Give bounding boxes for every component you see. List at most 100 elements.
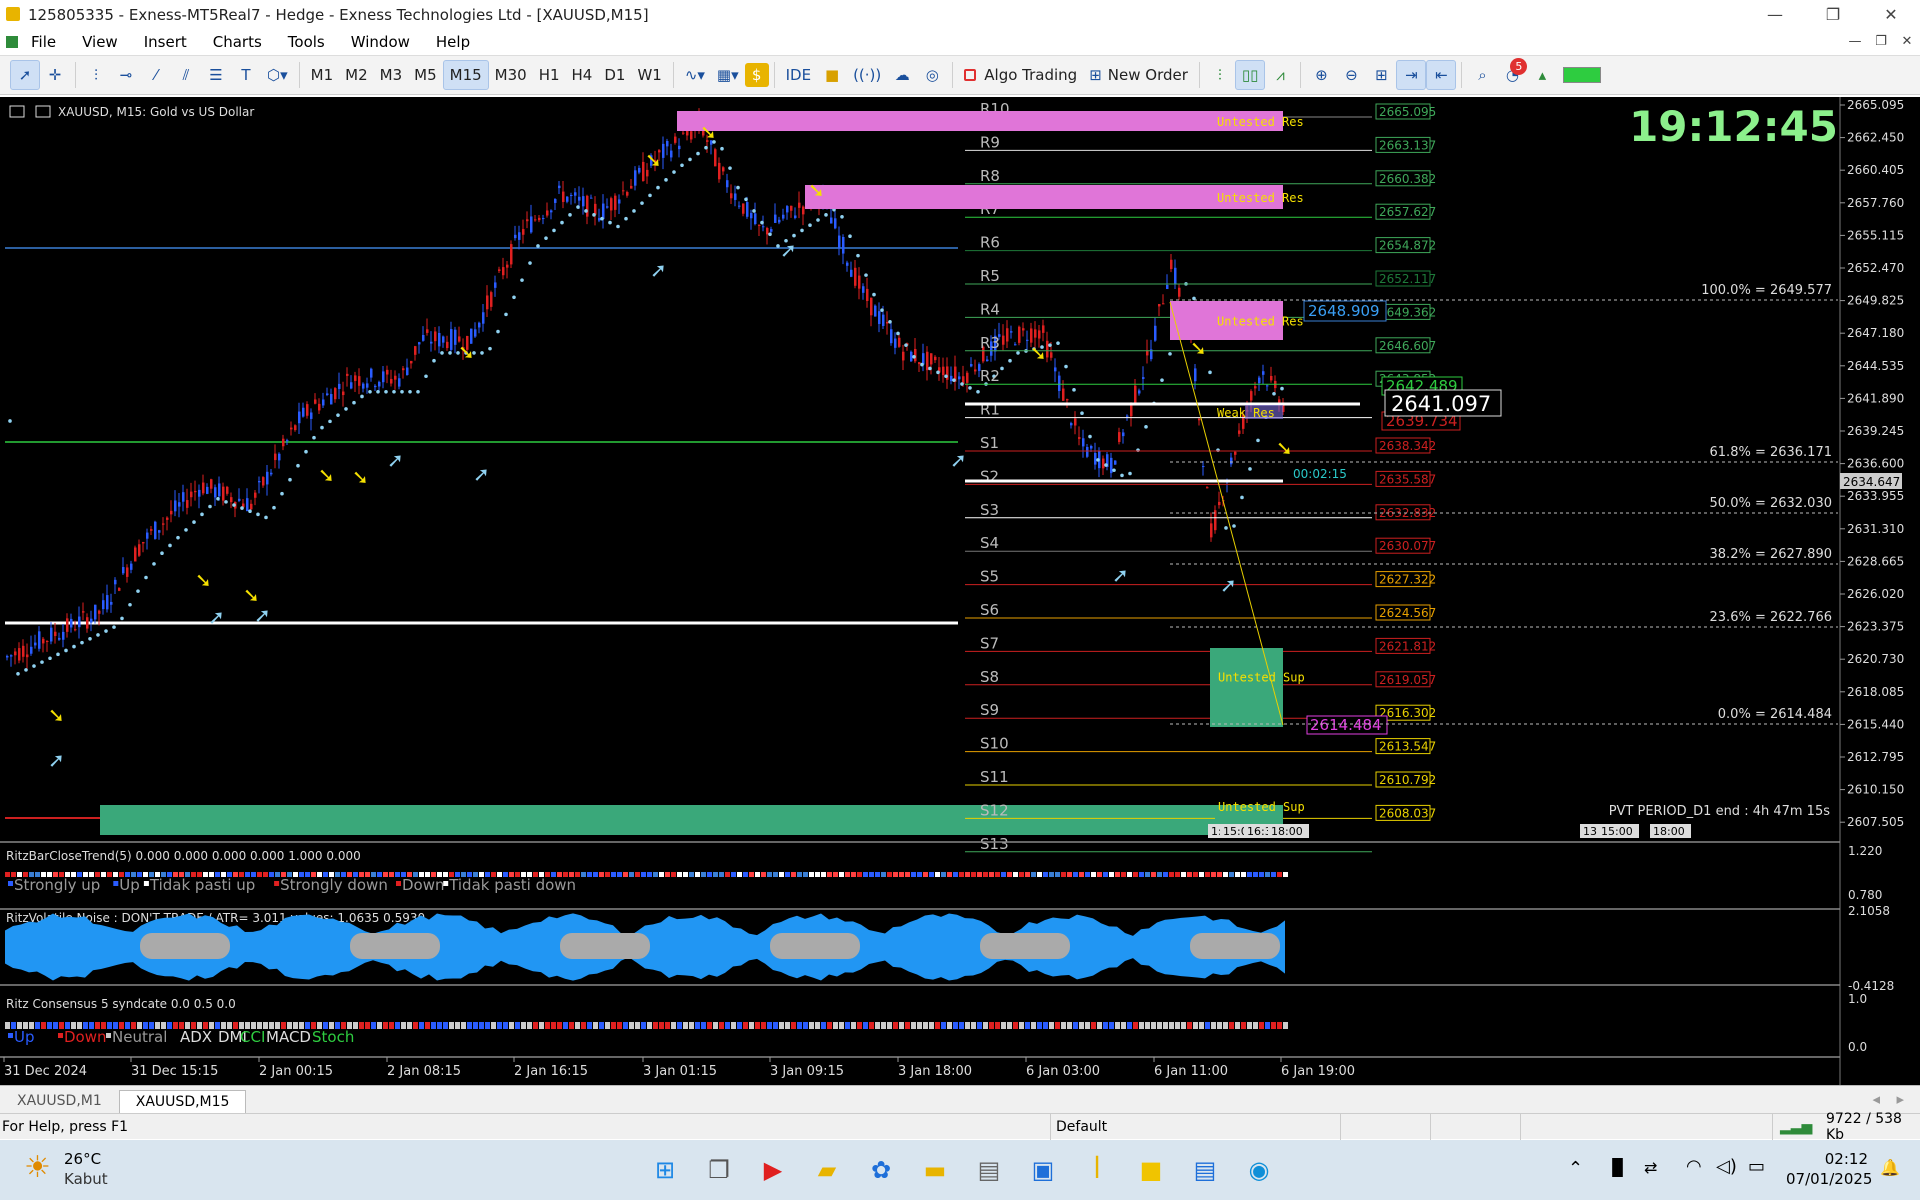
tray-app-icon[interactable]: ▐▍	[1606, 1158, 1631, 1177]
vps-icon[interactable]: ◎	[917, 60, 947, 90]
ide-button[interactable]: IDE	[780, 60, 817, 90]
candle-body	[802, 206, 805, 215]
child-restore-icon[interactable]: ❐	[1868, 29, 1894, 54]
tf-w1-button[interactable]: W1	[631, 60, 667, 90]
notifications-icon[interactable]: ◔ 5	[1497, 58, 1528, 90]
tf-m1-button[interactable]: M1	[305, 60, 340, 90]
tab-scroll-right-icon[interactable]: ▸	[1896, 1090, 1904, 1108]
tf-m2-button[interactable]: M2	[339, 60, 374, 90]
close-button[interactable]: ✕	[1862, 0, 1920, 29]
ind1-bar	[797, 872, 802, 877]
chart-window[interactable]: XAUUSD, M15: Gold vs US Dollar R10 R9 R8 R7 R…	[0, 97, 1920, 1085]
tf-m30-button[interactable]: M30	[489, 60, 533, 90]
tab-xauusd-m15[interactable]: XAUUSD,M15	[118, 1090, 247, 1113]
auto-scroll-icon[interactable]: ⇥	[1396, 60, 1427, 90]
cursor-tool-icon[interactable]: ➚	[10, 60, 40, 90]
tf-d1-button[interactable]: D1	[598, 60, 631, 90]
fibonacci-icon[interactable]: ☰	[201, 60, 231, 90]
channel-icon[interactable]: ⫽	[171, 60, 201, 90]
minimize-button[interactable]: —	[1746, 0, 1804, 29]
child-close-icon[interactable]: ✕	[1894, 29, 1920, 54]
search-icon[interactable]: ⌕	[1467, 60, 1497, 90]
notepad-icon[interactable]: ▤	[1183, 1148, 1227, 1192]
tab-scroll-left-icon[interactable]: ◂	[1872, 1090, 1880, 1108]
cloud-icon[interactable]: ☁	[887, 60, 917, 90]
maximize-button[interactable]: ❐	[1804, 0, 1862, 29]
weather-desc[interactable]: Kabut	[64, 1170, 108, 1188]
candle-body	[886, 321, 889, 324]
high-tag: 2648.909	[1308, 302, 1380, 320]
candle-chart-icon[interactable]: ▯▯	[1234, 60, 1266, 90]
market-bag-icon[interactable]: ■	[817, 60, 847, 90]
vertical-line-icon[interactable]: ⫶	[81, 60, 111, 90]
edge-icon[interactable]: ◉	[1237, 1148, 1281, 1192]
dollar-icon[interactable]: $	[744, 63, 769, 87]
text-tool-icon[interactable]: T	[231, 60, 261, 90]
tray-chevron-icon[interactable]: ⌃	[1568, 1158, 1583, 1179]
mt5-app-icon[interactable]: ꟾ	[1075, 1148, 1119, 1192]
menu-tools[interactable]: Tools	[275, 33, 338, 51]
wifi-icon[interactable]: ◠	[1686, 1156, 1702, 1177]
battery-icon[interactable]: ▭	[1748, 1156, 1765, 1177]
file-explorer-icon[interactable]: ▬	[913, 1148, 957, 1192]
status-profile: Default	[1056, 1118, 1108, 1135]
trail-dot	[136, 589, 140, 593]
menu-charts[interactable]: Charts	[200, 33, 275, 51]
ind3-bar	[1217, 1022, 1222, 1029]
tf-h4-button[interactable]: H4	[566, 60, 599, 90]
horizontal-line-icon[interactable]: ⊸	[111, 60, 141, 90]
trend-line-icon[interactable]: ⁄	[141, 60, 171, 90]
start-icon[interactable]: ⊞	[643, 1148, 687, 1192]
chart-shift-icon[interactable]: ⇤	[1426, 60, 1457, 90]
tf-m3-button[interactable]: M3	[374, 60, 409, 90]
clock-time[interactable]: 02:12	[1798, 1150, 1868, 1168]
trail-dot	[336, 413, 340, 417]
remote-desktop-icon[interactable]: ▣	[1021, 1148, 1065, 1192]
sticky-notes-icon[interactable]: ▰	[805, 1148, 849, 1192]
task-view-icon[interactable]: ❐	[697, 1148, 741, 1192]
trail-dot	[888, 319, 892, 324]
x-axis-label: 3 Jan 01:15	[643, 1064, 717, 1079]
clock-date[interactable]: 07/01/2025	[1786, 1170, 1872, 1188]
bar-chart-icon[interactable]: ⫶	[1205, 60, 1235, 90]
tf-m5-button[interactable]: M5	[408, 60, 443, 90]
menu-help[interactable]: Help	[423, 33, 483, 51]
exness-app-icon[interactable]: ■	[1129, 1148, 1173, 1192]
ind3-bar	[509, 1022, 514, 1029]
shapes-icon[interactable]: ⬡▾	[261, 60, 294, 90]
child-minimize-icon[interactable]: —	[1842, 29, 1868, 54]
weather-temp[interactable]: 26°C	[64, 1150, 101, 1168]
ind3-bar	[1001, 1022, 1006, 1029]
line-chart-icon[interactable]: ⩘	[1265, 60, 1295, 90]
tray-settings-icon[interactable]: ⇄	[1644, 1158, 1657, 1177]
signal-strength-icon[interactable]: ▴	[1527, 60, 1557, 90]
trail-dot	[688, 157, 692, 162]
menu-insert[interactable]: Insert	[131, 33, 200, 51]
menu-window[interactable]: Window	[338, 33, 423, 51]
templates-icon[interactable]: ▦▾	[711, 60, 745, 90]
new-order-button[interactable]: ⊞ New Order	[1083, 60, 1194, 90]
menu-file[interactable]: File	[18, 33, 69, 51]
volume-icon[interactable]: ◁)	[1716, 1156, 1737, 1177]
trail-dot	[552, 228, 556, 233]
ind3-bar	[833, 1022, 838, 1029]
algo-trading-button[interactable]: Algo Trading	[958, 60, 1083, 90]
tab-xauusd-m1[interactable]: XAUUSD,M1	[0, 1089, 119, 1113]
signals-icon[interactable]: ((·))	[847, 60, 887, 90]
weather-icon[interactable]: ☀	[24, 1150, 51, 1185]
teams-icon[interactable]: ✿	[859, 1148, 903, 1192]
candle-body	[250, 503, 253, 510]
menu-view[interactable]: View	[69, 33, 131, 51]
candle-body	[1162, 303, 1165, 305]
tile-windows-icon[interactable]: ⊞	[1366, 60, 1396, 90]
chart-canvas[interactable]: XAUUSD, M15: Gold vs US Dollar R10R9R8R7R…	[0, 97, 1920, 1085]
tf-h1-button[interactable]: H1	[533, 60, 566, 90]
tf-m15-button[interactable]: M15	[442, 60, 489, 90]
printer-icon[interactable]: ▤	[967, 1148, 1011, 1192]
youtube-icon[interactable]: ▶	[751, 1148, 795, 1192]
indicators-icon[interactable]: ∿▾	[679, 60, 711, 90]
zoom-out-icon[interactable]: ⊖	[1336, 60, 1366, 90]
crosshair-tool-icon[interactable]: ✛	[40, 60, 70, 90]
notification-bell-icon[interactable]: 🔔	[1880, 1158, 1900, 1177]
zoom-in-icon[interactable]: ⊕	[1306, 60, 1336, 90]
